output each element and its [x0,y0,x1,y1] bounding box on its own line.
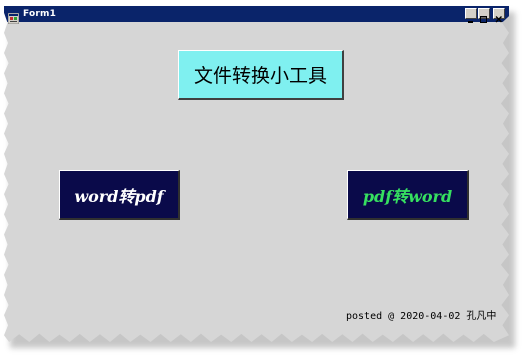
tool-title-button[interactable]: 文件转换小工具 [178,50,344,100]
window-title: Form1 [23,9,57,19]
close-button[interactable] [493,8,505,23]
minimize-button[interactable] [465,8,477,23]
pdf-to-word-button[interactable]: pdf转word [347,170,469,220]
screenshot-sheet: Form1 文件转换小工具 word转pdf pdf转word posted @… [0,0,528,363]
app-icon[interactable] [7,9,20,24]
form-window: Form1 文件转换小工具 word转pdf pdf转word posted @… [4,6,509,342]
word-to-pdf-button[interactable]: word转pdf [59,170,180,220]
title-bar[interactable]: Form1 [4,6,509,24]
window-controls [465,8,505,23]
maximize-button[interactable] [478,8,490,23]
minimize-icon [468,21,473,23]
post-footer: posted @ 2020-04-02 孔凡中 [346,311,497,322]
maximize-icon [480,16,487,23]
